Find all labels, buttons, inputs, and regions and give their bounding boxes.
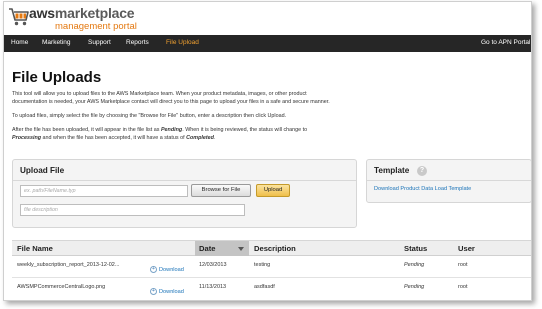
panel-divider: [367, 180, 531, 181]
status-processing-word: Processing: [12, 135, 42, 141]
table-header: File Name Date Description Status User: [12, 240, 531, 256]
status-pending-word: Pending: [160, 127, 183, 133]
template-panel: Template ? Download Product Data Load Te…: [366, 159, 531, 203]
page-title: File Uploads: [12, 69, 102, 86]
status-text-c: and when the file has been accepted, it …: [41, 135, 187, 141]
nav-file-upload[interactable]: File Upload: [166, 39, 199, 46]
intro-line-2: documentation is needed, your AWS Market…: [12, 99, 330, 105]
nav-home[interactable]: Home: [11, 39, 28, 46]
status-text-a: After the file has been uploaded, it wil…: [12, 127, 161, 133]
cell-date: 12/03/2013: [199, 262, 227, 268]
cell-description: testing: [254, 262, 271, 268]
cell-user: root: [458, 284, 468, 290]
column-header-file-name[interactable]: File Name: [17, 244, 53, 253]
download-link[interactable]: + Download: [150, 261, 184, 279]
nav-reports[interactable]: Reports: [126, 39, 149, 46]
files-table: File Name Date Description Status User w…: [12, 240, 531, 300]
browser-page: awsmarketplace management portal Home Ma…: [3, 1, 532, 301]
column-header-user[interactable]: User: [458, 244, 475, 253]
upload-file-panel: Upload File ex. path/FileName.typ Browse…: [12, 159, 357, 228]
file-description-input[interactable]: file description: [20, 204, 245, 216]
torn-edge: [4, 295, 531, 300]
upload-button[interactable]: Upload: [256, 184, 290, 197]
nav-marketing[interactable]: Marketing: [42, 39, 71, 46]
cell-user: root: [458, 262, 468, 268]
logo-wordmark: awsmarketplace: [29, 5, 135, 21]
status-completed-word: Completed: [186, 135, 214, 141]
logo-marketplace: marketplace: [54, 5, 135, 21]
sort-descending-icon[interactable]: [238, 247, 244, 251]
file-path-input[interactable]: ex. path/FileName.typ: [20, 185, 188, 197]
panel-divider: [13, 180, 356, 181]
top-nav: Home Marketing Support Reports File Uplo…: [4, 35, 531, 52]
download-label: Download: [159, 266, 184, 273]
status-text-b: . When it is being reviewed, the status …: [182, 127, 308, 133]
cart-icon: [9, 8, 29, 26]
column-header-status[interactable]: Status: [404, 244, 427, 253]
cell-file-name: weekly_subscription_report_2013-12-02...: [17, 262, 120, 268]
cell-file-name: AWSMPCommerceCentralLogo.png: [17, 284, 106, 290]
status-text-d: .: [213, 135, 216, 141]
status-text-line-1: After the file has been uploaded, it wil…: [12, 126, 522, 134]
column-header-description[interactable]: Description: [254, 244, 296, 253]
upload-panel-title: Upload File: [20, 166, 65, 175]
help-icon[interactable]: ?: [417, 166, 427, 176]
status-text-line-2: Processing and when the file has been ac…: [12, 134, 522, 142]
logo-subtitle: management portal: [55, 21, 137, 32]
cell-date: 11/13/2013: [199, 284, 227, 290]
cell-status: Pending: [404, 262, 425, 268]
browse-for-file-button[interactable]: Browse for File: [191, 184, 251, 197]
table-row: weekly_subscription_report_2013-12-02...…: [12, 256, 531, 279]
nav-support[interactable]: Support: [88, 39, 111, 46]
column-header-date[interactable]: Date: [199, 244, 215, 253]
download-icon: +: [150, 266, 157, 274]
download-template-link[interactable]: Download Product Data Load Template: [374, 186, 471, 192]
intro-line-1: This tool will allow you to upload files…: [12, 91, 307, 97]
template-panel-title: Template: [374, 166, 410, 175]
intro-line-3: To upload files, simply select the file …: [12, 113, 287, 119]
cell-description: asdfasdf: [254, 284, 275, 290]
cell-status: Pending: [404, 284, 425, 290]
nav-apn-portal[interactable]: Go to APN Portal: [481, 39, 531, 46]
logo-aws: aws: [29, 5, 55, 21]
